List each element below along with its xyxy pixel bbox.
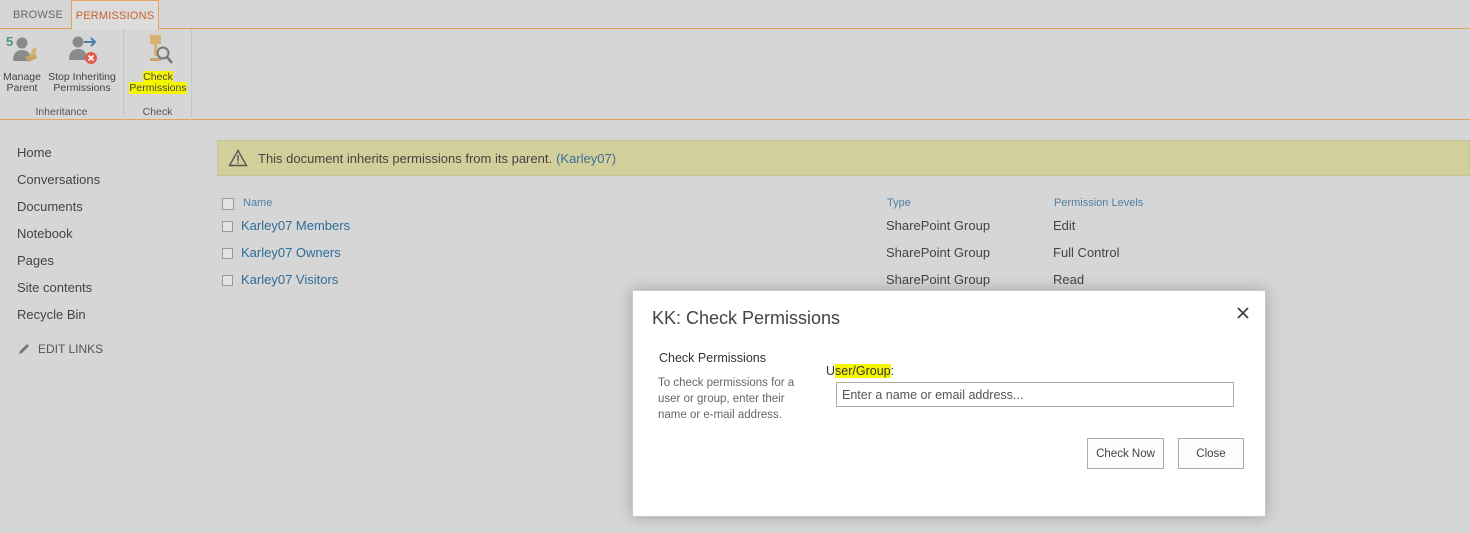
nav-item-pages[interactable]: Pages — [17, 251, 187, 278]
row-checkbox[interactable] — [222, 221, 233, 232]
user-group-input[interactable] — [836, 382, 1234, 407]
manage-parent-label-2: Parent — [6, 82, 38, 94]
header-permission-levels[interactable]: Permission Levels — [1054, 197, 1143, 209]
ribbon-tabs: BROWSE PERMISSIONS — [0, 0, 1470, 30]
edit-links-button[interactable]: EDIT LINKS — [17, 342, 187, 356]
row-type: SharePoint Group — [886, 272, 991, 287]
svg-text:5: 5 — [6, 34, 13, 49]
parent-site-link[interactable]: (Karley07) — [556, 151, 616, 166]
close-icon[interactable] — [1235, 305, 1251, 321]
row-permission-level: Full Control — [1053, 245, 1120, 260]
left-navigation: Home Conversations Documents Notebook Pa… — [17, 143, 187, 356]
row-checkbox[interactable] — [222, 275, 233, 286]
row-type: SharePoint Group — [886, 245, 991, 260]
nav-item-site-contents[interactable]: Site contents — [17, 278, 187, 305]
manage-parent-icon: 5 — [6, 34, 38, 62]
check-permissions-dialog: KK: Check Permissions Check Permissions … — [632, 290, 1266, 517]
check-permissions-icon — [150, 35, 173, 64]
ribbon-group-inheritance: 5 Manage Parent Stop Inheriting Permissi… — [0, 29, 124, 120]
stop-inheriting-label-2: Permissions — [53, 82, 111, 94]
group-label-inheritance: Inheritance — [35, 106, 88, 118]
ribbon-group-check: Check Permissions Check — [124, 29, 192, 120]
header-name[interactable]: Name — [243, 197, 272, 209]
section-title: Check Permissions — [659, 351, 766, 365]
table-header: Name Type Permission Levels — [221, 194, 1321, 216]
select-all-checkbox[interactable] — [222, 198, 234, 210]
edit-links-label: EDIT LINKS — [38, 342, 104, 356]
table-row: Karley07 Owners SharePoint Group Full Co… — [221, 243, 1321, 270]
tab-permissions[interactable]: PERMISSIONS — [71, 0, 159, 30]
section-description: To check permissions for a user or group… — [658, 377, 795, 421]
nav-item-documents[interactable]: Documents — [17, 197, 187, 224]
row-name-link[interactable]: Karley07 Visitors — [241, 272, 338, 287]
nav-item-home[interactable]: Home — [17, 143, 187, 170]
header-type[interactable]: Type — [887, 197, 911, 209]
user-group-label-first: U — [826, 364, 836, 378]
permissions-table: Name Type Permission Levels Karley07 Mem… — [221, 194, 1321, 297]
manage-parent-button[interactable]: 5 Manage Parent — [2, 33, 42, 94]
inheritance-banner: This document inherits permissions from … — [217, 140, 1470, 176]
row-checkbox[interactable] — [222, 248, 233, 259]
pencil-icon — [19, 344, 29, 354]
nav-item-notebook[interactable]: Notebook — [17, 224, 187, 251]
close-button[interactable]: Close — [1178, 438, 1244, 469]
user-group-label: User/Group: — [826, 364, 894, 378]
check-now-button[interactable]: Check Now — [1087, 438, 1164, 469]
check-permissions-label-2: Permissions — [129, 82, 187, 94]
row-name-link[interactable]: Karley07 Owners — [241, 245, 341, 260]
user-group-label-highlight: ser/Group — [835, 364, 891, 378]
nav-item-conversations[interactable]: Conversations — [17, 170, 187, 197]
check-permissions-button[interactable]: Check Permissions — [127, 33, 189, 94]
row-permission-level: Edit — [1053, 218, 1076, 233]
row-permission-level: Read — [1053, 272, 1085, 287]
tab-browse[interactable]: BROWSE — [6, 0, 70, 29]
row-type: SharePoint Group — [886, 218, 991, 233]
warning-icon — [228, 149, 248, 167]
ribbon: 5 Manage Parent Stop Inheriting Permissi… — [0, 29, 1470, 120]
nav-item-recycle-bin[interactable]: Recycle Bin — [17, 305, 187, 332]
dialog-title: KK: Check Permissions — [652, 308, 841, 328]
group-label-check: Check — [142, 106, 173, 118]
stop-inheriting-icon — [69, 36, 97, 64]
banner-text: This document inherits permissions from … — [258, 150, 553, 166]
stop-inheriting-button[interactable]: Stop Inheriting Permissions — [46, 33, 118, 94]
row-name-link[interactable]: Karley07 Members — [241, 218, 350, 233]
user-group-label-colon: : — [890, 364, 895, 378]
table-row: Karley07 Members SharePoint Group Edit — [221, 216, 1321, 243]
